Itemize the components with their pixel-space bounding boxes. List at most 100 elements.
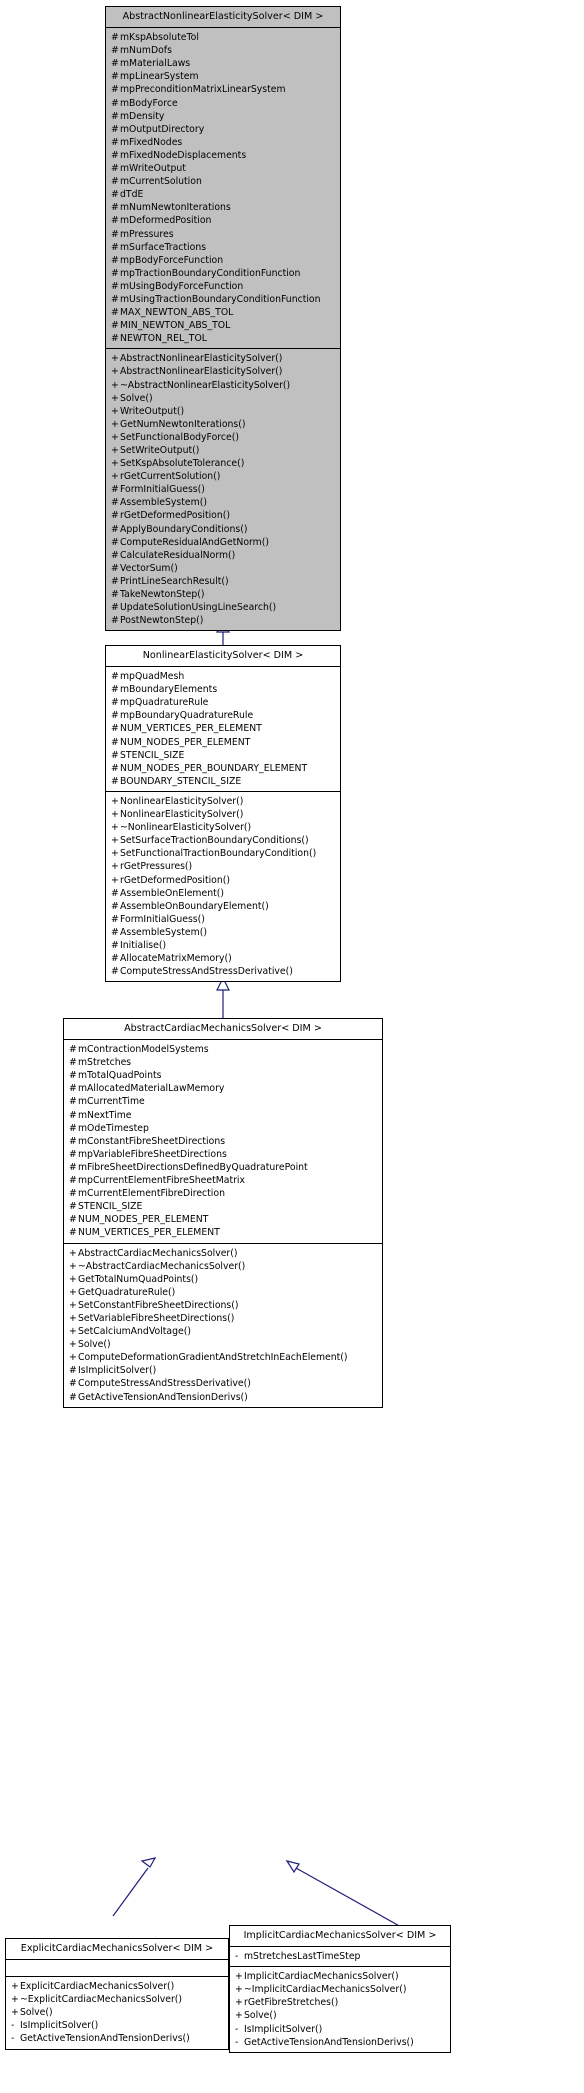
member-name: SetSurfaceTractionBoundaryConditions() bbox=[120, 835, 309, 847]
class-member-row: +ImplicitCardiacMechanicsSolver() bbox=[230, 1970, 450, 1983]
attributes-section-abstract-cardiac-mechanics-solver: #mContractionModelSystems #mStretches #mTo… bbox=[64, 1040, 382, 1244]
class-box-explicit-cardiac-mechanics-solver[interactable]: ExplicitCardiacMechanicsSolver< DIM > +E… bbox=[5, 1938, 229, 2050]
member-name: mAllocatedMaterialLawMemory bbox=[78, 1083, 225, 1095]
class-member-row: #AssembleSystem() bbox=[106, 496, 340, 509]
class-member-row: #MIN_NEWTON_ABS_TOL bbox=[106, 319, 340, 332]
visibility-marker: # bbox=[111, 926, 119, 938]
visibility-marker: + bbox=[111, 809, 119, 821]
class-member-row: - IsImplicitSolver() bbox=[230, 2023, 450, 2036]
member-name: FormInitialGuess() bbox=[120, 484, 205, 496]
member-name: SetConstantFibreSheetDirections() bbox=[78, 1299, 239, 1311]
visibility-marker: # bbox=[111, 913, 119, 925]
visibility-marker: # bbox=[111, 736, 119, 748]
member-name: Initialise() bbox=[120, 939, 167, 951]
member-name: ~ExplicitCardiacMechanicsSolver() bbox=[20, 1994, 183, 2006]
member-name: STENCIL_SIZE bbox=[120, 749, 185, 761]
class-box-implicit-cardiac-mechanics-solver[interactable]: ImplicitCardiacMechanicsSolver< DIM > -m… bbox=[229, 1925, 451, 2053]
member-name: IsImplicitSolver() bbox=[244, 2023, 323, 2035]
visibility-marker: # bbox=[69, 1135, 77, 1147]
class-title-implicit-cardiac-mechanics-solver: ImplicitCardiacMechanicsSolver< DIM > bbox=[230, 1926, 450, 1948]
class-member-row: #CalculateResidualNorm() bbox=[106, 549, 340, 562]
visibility-marker: # bbox=[111, 333, 119, 345]
class-member-row: #mCurrentElementFibreDirection bbox=[64, 1187, 382, 1200]
member-name: mSurfaceTractions bbox=[120, 241, 207, 253]
class-member-row: #mpQuadMesh bbox=[106, 670, 340, 683]
visibility-marker: # bbox=[111, 176, 119, 188]
class-member-row: #mBodyForce bbox=[106, 97, 340, 110]
class-member-row: +~AbstractNonlinearElasticitySolver() bbox=[106, 379, 340, 392]
visibility-marker: + bbox=[111, 418, 119, 430]
visibility-marker: + bbox=[235, 2010, 243, 2022]
class-member-row: #mTotalQuadPoints bbox=[64, 1069, 382, 1082]
class-member-row: +AbstractNonlinearElasticitySolver() bbox=[106, 352, 340, 365]
member-name: AssembleSystem() bbox=[120, 926, 207, 938]
visibility-marker: # bbox=[111, 189, 119, 201]
visibility-marker: # bbox=[111, 280, 119, 292]
visibility-marker: # bbox=[111, 939, 119, 951]
class-member-row: #mAllocatedMaterialLawMemory bbox=[64, 1082, 382, 1095]
member-name: mpBodyForceFunction bbox=[120, 254, 224, 266]
generalization-edge-explicit-to-cardiac bbox=[112, 1857, 157, 1917]
member-name: SetKspAbsoluteTolerance() bbox=[120, 458, 245, 470]
class-member-row: #mNumDofs bbox=[106, 44, 340, 57]
member-name: mCurrentTime bbox=[78, 1096, 145, 1108]
member-name: AbstractNonlinearElasticitySolver() bbox=[120, 366, 283, 378]
class-member-row: +SetCalciumAndVoltage() bbox=[64, 1325, 382, 1338]
class-member-row: - mStretchesLastTimeStep bbox=[230, 1950, 450, 1963]
class-member-row: #mOdeTimestep bbox=[64, 1122, 382, 1135]
class-member-row: #mpVariableFibreSheetDirections bbox=[64, 1148, 382, 1161]
visibility-marker: + bbox=[69, 1312, 77, 1324]
class-member-row: +SetVariableFibreSheetDirections() bbox=[64, 1312, 382, 1325]
visibility-marker: + bbox=[69, 1299, 77, 1311]
visibility-marker: # bbox=[69, 1161, 77, 1173]
visibility-marker: + bbox=[111, 353, 119, 365]
member-name: GetQuadratureRule() bbox=[78, 1286, 176, 1298]
attributes-section-abstract-nonlinear-elasticity-solver: #mKspAbsoluteTol #mNumDofs #mMaterialLaws #… bbox=[106, 28, 340, 350]
member-name: Solve() bbox=[120, 392, 153, 404]
class-member-row: #mStretches bbox=[64, 1056, 382, 1069]
visibility-marker: # bbox=[69, 1057, 77, 1069]
class-member-row: +rGetFibreStretches() bbox=[230, 1996, 450, 2009]
class-member-row: +rGetPressures() bbox=[106, 860, 340, 873]
visibility-marker: + bbox=[69, 1352, 77, 1364]
visibility-marker: + bbox=[111, 795, 119, 807]
member-name: mContractionModelSystems bbox=[78, 1044, 209, 1056]
class-member-row: #NUM_VERTICES_PER_ELEMENT bbox=[64, 1226, 382, 1239]
visibility-marker: # bbox=[69, 1083, 77, 1095]
class-member-row: #STENCIL_SIZE bbox=[64, 1200, 382, 1213]
member-name: mWriteOutput bbox=[120, 163, 186, 175]
class-member-row: +~AbstractCardiacMechanicsSolver() bbox=[64, 1260, 382, 1273]
visibility-marker: # bbox=[111, 589, 119, 601]
class-member-row: #mFixedNodes bbox=[106, 136, 340, 149]
member-name: GetTotalNumQuadPoints() bbox=[78, 1273, 199, 1285]
class-member-row: +ExplicitCardiacMechanicsSolver() bbox=[6, 1980, 228, 1993]
member-name: mFixedNodeDisplacements bbox=[120, 149, 247, 161]
member-name: PrintLineSearchResult() bbox=[120, 575, 229, 587]
visibility-marker: + bbox=[235, 1984, 243, 1996]
class-box-abstract-cardiac-mechanics-solver[interactable]: AbstractCardiacMechanicsSolver< DIM > #m… bbox=[63, 1018, 383, 1408]
visibility-marker: - bbox=[235, 1951, 239, 1963]
class-member-row: #BOUNDARY_STENCIL_SIZE bbox=[106, 775, 340, 788]
visibility-marker: # bbox=[111, 953, 119, 965]
member-name: mpCurrentElementFibreSheetMatrix bbox=[78, 1175, 246, 1187]
visibility-marker: # bbox=[111, 84, 119, 96]
member-name: ComputeResidualAndGetNorm() bbox=[120, 536, 269, 548]
class-member-row: #mContractionModelSystems bbox=[64, 1043, 382, 1056]
class-member-row: +SetFunctionalTractionBoundaryCondition(… bbox=[106, 847, 340, 860]
member-name: mpLinearSystem bbox=[120, 71, 199, 83]
visibility-marker: # bbox=[111, 484, 119, 496]
visibility-marker: + bbox=[69, 1339, 77, 1351]
member-name: GetNumNewtonIterations() bbox=[120, 418, 246, 430]
visibility-marker: # bbox=[111, 887, 119, 899]
visibility-marker: - bbox=[235, 2036, 239, 2048]
class-member-row: #AllocateMatrixMemory() bbox=[106, 952, 340, 965]
visibility-marker: # bbox=[111, 497, 119, 509]
member-name: mDeformedPosition bbox=[120, 215, 212, 227]
class-box-nonlinear-elasticity-solver[interactable]: NonlinearElasticitySolver< DIM > #mpQuad… bbox=[105, 645, 341, 983]
visibility-marker: # bbox=[111, 136, 119, 148]
class-member-row: +rGetDeformedPosition() bbox=[106, 874, 340, 887]
visibility-marker: # bbox=[69, 1148, 77, 1160]
visibility-marker: # bbox=[111, 293, 119, 305]
class-box-abstract-nonlinear-elasticity-solver[interactable]: AbstractNonlinearElasticitySolver< DIM >… bbox=[105, 6, 341, 632]
class-member-row: #NUM_NODES_PER_ELEMENT bbox=[64, 1213, 382, 1226]
